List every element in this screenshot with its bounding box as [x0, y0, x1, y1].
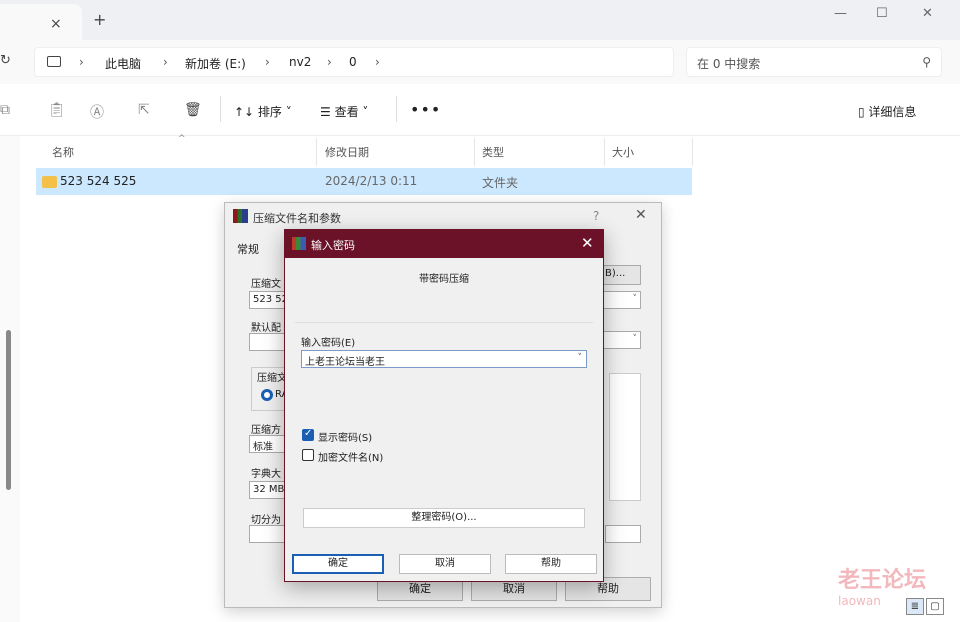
help-button[interactable]: 帮助 — [505, 554, 597, 574]
breadcrumb-nv2[interactable]: nv2 — [289, 55, 311, 69]
winrar-logo-icon — [292, 237, 306, 250]
cancel-button[interactable]: 取消 — [399, 554, 491, 574]
address-bar-row: ↻ › 此电脑 › 新加卷 (E:) › nv2 › 0 › 在 0 中搜索 ⚲ — [0, 40, 960, 84]
search-placeholder: 在 0 中搜索 — [697, 57, 761, 71]
watermark-logo: 老王论坛 — [838, 568, 927, 593]
chevron-right-icon: › — [163, 55, 168, 69]
dictionary-label: 字典大 — [251, 469, 281, 480]
encrypt-names-checkbox[interactable] — [302, 449, 314, 461]
close-button[interactable]: ✕ — [922, 6, 933, 21]
breadcrumb-drive-e[interactable]: 新加卷 (E:) — [185, 55, 246, 72]
winrar-logo-icon — [233, 209, 248, 223]
search-input[interactable]: 在 0 中搜索 ⚲ — [686, 47, 942, 77]
title-bar: × + — ☐ ✕ — [0, 0, 960, 40]
breadcrumb-this-pc[interactable]: 此电脑 — [105, 55, 141, 72]
dialog-heading: 带密码压缩 — [419, 274, 469, 285]
details-pane-button[interactable]: ▯ 详细信息 — [858, 103, 916, 120]
new-tab-icon[interactable]: + — [93, 10, 106, 29]
tab-close-icon[interactable]: × — [50, 16, 62, 32]
encrypt-names-label[interactable]: 加密文件名(N) — [318, 449, 383, 464]
view-toggle: ≣ ▢ — [906, 598, 946, 616]
explorer-tab[interactable]: × — [0, 4, 82, 40]
rename-icon[interactable]: Ⓐ — [90, 102, 104, 122]
help-icon[interactable]: ? — [593, 209, 599, 223]
paste-icon[interactable]: 📋︎ — [48, 102, 66, 118]
toolbar-divider — [220, 96, 221, 122]
file-row[interactable]: 523 524 525 2024/2/13 0:11 文件夹 — [36, 168, 692, 195]
password-dialog: 输入密码 ✕ 带密码压缩 输入密码(E) 上老王论坛当老王 ˅ 显示密码(S) … — [284, 229, 604, 582]
dialog-title: 输入密码 — [311, 239, 355, 252]
view-button[interactable]: ☰ 查看 ˅ — [320, 103, 368, 120]
column-header-size[interactable]: 大小 — [612, 144, 634, 160]
chevron-right-icon: › — [79, 55, 84, 69]
dialog-title: 压缩文件名和参数 — [253, 212, 341, 225]
sort-caret-icon: ^ — [178, 134, 186, 144]
tab-general[interactable]: 常规 — [237, 241, 259, 257]
split-label: 切分为 — [251, 515, 281, 526]
sort-button[interactable]: ↑↓ 排序 ˅ — [234, 103, 292, 120]
search-icon[interactable]: ⚲ — [922, 55, 931, 69]
column-divider[interactable] — [604, 138, 605, 166]
chevron-right-icon: › — [265, 55, 270, 69]
dialog-title-bar: 输入密码 ✕ — [285, 230, 603, 258]
column-divider[interactable] — [474, 138, 475, 166]
copy-icon[interactable]: ⧉ — [0, 102, 10, 118]
options-group — [609, 373, 641, 501]
chevron-right-icon: › — [327, 55, 332, 69]
profile-select[interactable]: ˅ — [601, 331, 641, 349]
close-icon[interactable]: ✕ — [635, 207, 647, 223]
file-type: 文件夹 — [482, 176, 519, 190]
computer-icon — [47, 56, 61, 67]
toolbar-divider — [396, 96, 397, 122]
update-mode-select[interactable]: ˅ — [601, 291, 641, 309]
show-password-checkbox[interactable] — [302, 428, 314, 441]
close-icon[interactable]: ✕ — [581, 234, 594, 252]
password-input[interactable]: 上老王论坛当老王 ˅ — [301, 350, 587, 368]
command-bar: ⧉ 📋︎ Ⓐ ⇱ 🗑︎ ↑↓ 排序 ˅ ☰ 查看 ˅ ••• ▯ 详细信息 — [0, 84, 960, 136]
delete-icon[interactable]: 🗑︎ — [184, 102, 202, 118]
watermark-url: laowan — [838, 594, 881, 608]
column-header-date[interactable]: 修改日期 — [325, 144, 369, 160]
browse-button[interactable]: B)... — [601, 265, 641, 285]
column-divider[interactable] — [692, 138, 693, 166]
format-rar-radio[interactable] — [261, 389, 273, 401]
default-profile-label: 默认配 — [251, 323, 281, 334]
chevron-right-icon: › — [375, 55, 380, 69]
organize-passwords-button[interactable]: 整理密码(O)... — [303, 508, 585, 528]
refresh-icon[interactable]: ↻ — [0, 53, 11, 68]
nav-scrollbar[interactable] — [6, 330, 11, 490]
chevron-down-icon[interactable]: ˅ — [578, 353, 583, 363]
share-icon[interactable]: ⇱ — [138, 102, 150, 118]
column-divider[interactable] — [316, 138, 317, 166]
format-label: 压缩文 — [257, 373, 287, 384]
file-name: 523 524 525 — [60, 174, 137, 188]
split-unit-select[interactable] — [605, 525, 641, 543]
maximize-button[interactable]: ☐ — [876, 6, 888, 21]
breadcrumb-0[interactable]: 0 — [349, 55, 357, 69]
password-label: 输入密码(E) — [301, 338, 356, 349]
details-view-icon[interactable]: ≣ — [906, 598, 924, 615]
column-header-name[interactable]: 名称 — [52, 144, 74, 160]
minimize-button[interactable]: — — [834, 6, 847, 21]
tiles-view-icon[interactable]: ▢ — [926, 598, 944, 615]
archive-name-label: 压缩文 — [251, 279, 281, 290]
show-password-label[interactable]: 显示密码(S) — [318, 429, 372, 444]
method-label: 压缩方 — [251, 425, 281, 436]
more-options-button[interactable]: ••• — [410, 100, 441, 119]
ok-button[interactable]: 确定 — [292, 554, 384, 574]
address-bar[interactable]: › 此电脑 › 新加卷 (E:) › nv2 › 0 › — [34, 47, 674, 77]
folder-icon — [42, 176, 57, 188]
file-date: 2024/2/13 0:11 — [325, 174, 418, 188]
column-header-type[interactable]: 类型 — [482, 144, 504, 160]
password-value: 上老王论坛当老王 — [305, 357, 385, 368]
